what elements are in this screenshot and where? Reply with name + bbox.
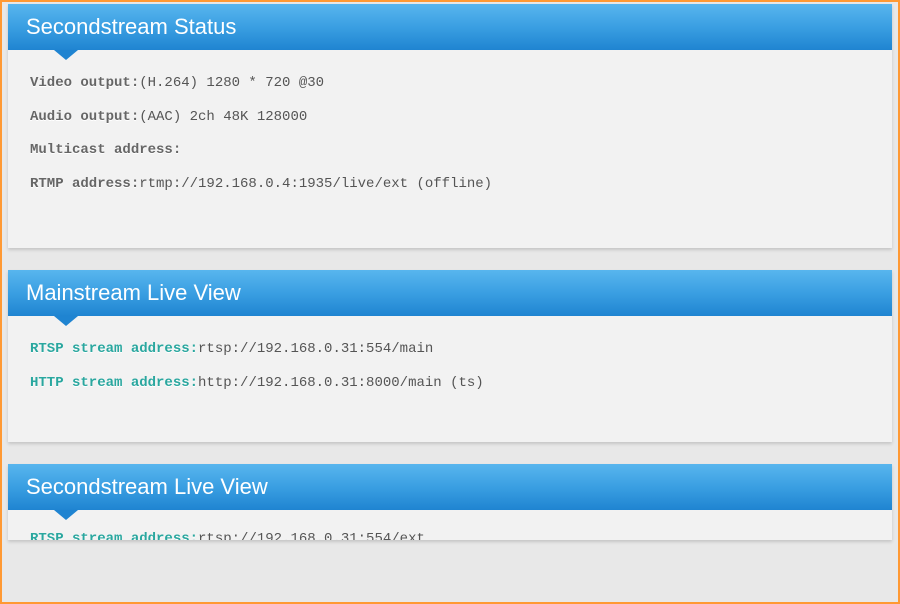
rtsp-stream-value: rtsp://192.168.0.31:554/main — [198, 341, 433, 357]
secondstream-status-header: Secondstream Status — [8, 4, 892, 50]
rtsp-stream-label: RTSP stream address: — [30, 531, 198, 540]
http-stream-label: HTTP stream address: — [30, 375, 198, 391]
rtmp-address-label: RTMP address: — [30, 176, 139, 192]
video-output-value: (H.264) 1280 * 720 @30 — [139, 75, 324, 91]
stream-row: HTTP stream address:http://192.168.0.31:… — [30, 374, 874, 394]
mainstream-live-view-panel: Mainstream Live View RTSP stream address… — [8, 270, 892, 441]
status-row: Video output:(H.264) 1280 * 720 @30 — [30, 74, 874, 94]
mainstream-live-view-header: Mainstream Live View — [8, 270, 892, 316]
stream-row: RTSP stream address:rtsp://192.168.0.31:… — [30, 340, 874, 360]
status-row: Audio output:(AAC) 2ch 48K 128000 — [30, 108, 874, 128]
secondstream-status-body: Video output:(H.264) 1280 * 720 @30 Audi… — [8, 50, 892, 248]
secondstream-live-view-header: Secondstream Live View — [8, 464, 892, 510]
panel-title: Secondstream Status — [26, 14, 236, 39]
rtmp-address-value: rtmp://192.168.0.4:1935/live/ext (offlin… — [139, 176, 492, 192]
panel-title: Mainstream Live View — [26, 280, 241, 305]
multicast-address-label: Multicast address: — [30, 142, 181, 158]
secondstream-status-panel: Secondstream Status Video output:(H.264)… — [8, 4, 892, 248]
video-output-label: Video output: — [30, 75, 139, 91]
rtsp-stream-value: rtsp://192.168.0.31:554/ext — [198, 531, 425, 540]
secondstream-live-view-body: RTSP stream address:rtsp://192.168.0.31:… — [8, 510, 892, 540]
secondstream-live-view-panel: Secondstream Live View RTSP stream addre… — [8, 464, 892, 540]
http-stream-value: http://192.168.0.31:8000/main (ts) — [198, 375, 484, 391]
stream-row: RTSP stream address:rtsp://192.168.0.31:… — [30, 530, 874, 540]
status-row: Multicast address: — [30, 141, 874, 161]
rtsp-stream-label: RTSP stream address: — [30, 341, 198, 357]
panel-title: Secondstream Live View — [26, 474, 268, 499]
audio-output-label: Audio output: — [30, 109, 139, 125]
audio-output-value: (AAC) 2ch 48K 128000 — [139, 109, 307, 125]
status-row: RTMP address:rtmp://192.168.0.4:1935/liv… — [30, 175, 874, 195]
mainstream-live-view-body: RTSP stream address:rtsp://192.168.0.31:… — [8, 316, 892, 441]
